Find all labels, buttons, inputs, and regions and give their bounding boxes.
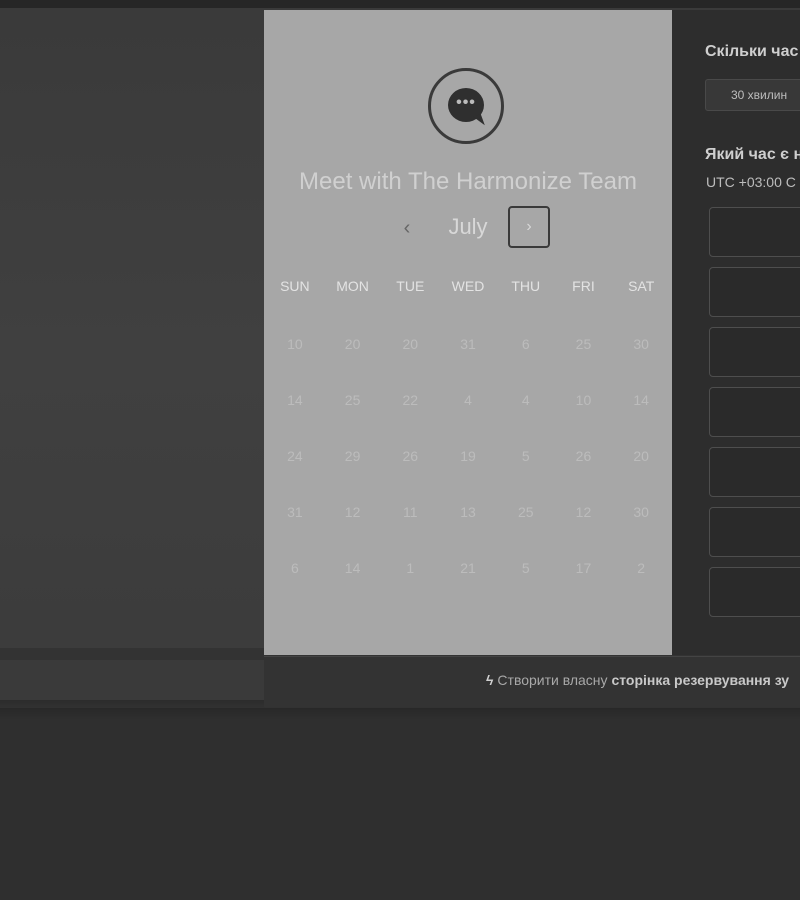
weekday-fri: FRI xyxy=(572,278,595,294)
calendar-day: 17 xyxy=(575,560,592,576)
calendar-day: 12 xyxy=(344,504,361,520)
time-question: Який час є н xyxy=(705,146,800,163)
calendar-day: 1 xyxy=(406,560,415,576)
sprocket-icon: ϟ xyxy=(486,672,494,688)
weekday-thu: THU xyxy=(511,278,541,294)
calendar-pane: ••• Meet with The Harmonize Team ‹ July … xyxy=(264,10,672,655)
calendar-day: 26 xyxy=(575,448,592,464)
calendar-day: 4 xyxy=(464,392,472,408)
time-slot[interactable] xyxy=(709,387,800,437)
calendar-day: 30 xyxy=(633,336,649,352)
footer-bar: ϟ Створити власну сторінка резервування з… xyxy=(264,656,800,707)
calendar-day: 2 xyxy=(637,560,646,576)
calendar-day: 14 xyxy=(287,392,303,408)
calendar-day: 25 xyxy=(575,336,592,352)
weekday-sun: SUN xyxy=(280,278,310,294)
calendar-day: 20 xyxy=(402,336,419,352)
calendar-week: 24 29 26 19 5 26 20 xyxy=(264,428,672,484)
weekday-sat: SAT xyxy=(628,278,655,294)
footer-prefix: Створити власну xyxy=(497,672,608,688)
calendar-day: 11 xyxy=(403,504,418,520)
duration-30min-button[interactable]: 30 хвилин xyxy=(705,79,800,111)
calendar-day: 13 xyxy=(460,504,476,520)
meeting-scheduler: ••• Meet with The Harmonize Team ‹ July … xyxy=(264,10,800,655)
calendar-day: 22 xyxy=(402,392,419,408)
calendar-day: 30 xyxy=(633,504,649,520)
calendar-day: 31 xyxy=(287,504,303,520)
month-label: July xyxy=(448,214,488,239)
timezone-selector[interactable]: UTC +03:00 С xyxy=(706,174,796,190)
calendar-week: 14 25 22 4 4 10 14 xyxy=(264,372,672,428)
top-bar xyxy=(0,0,800,8)
time-slot[interactable] xyxy=(709,567,800,617)
calendar-week: 6 14 1 21 5 17 2 xyxy=(264,540,672,596)
calendar-day: 14 xyxy=(633,392,649,408)
calendar-day: 24 xyxy=(287,448,303,464)
calendar-day: 5 xyxy=(521,560,530,576)
calendar-day: 6 xyxy=(521,336,530,352)
month-navigation: ‹ July › xyxy=(264,206,672,250)
prev-month-button[interactable]: ‹ xyxy=(392,213,422,243)
calendar-weeks: 10 20 20 31 6 25 30 14 25 22 4 4 10 14 2… xyxy=(264,316,672,596)
time-slot[interactable] xyxy=(709,447,800,497)
bubble-dots: ••• xyxy=(456,94,476,111)
calendar-day: 10 xyxy=(287,336,303,352)
time-slot[interactable] xyxy=(709,507,800,557)
time-slot-list xyxy=(709,207,800,627)
calendar-day: 10 xyxy=(575,392,592,408)
bubble-tail xyxy=(473,113,485,129)
create-booking-page-link[interactable]: ϟ Створити власну сторінка резервування з… xyxy=(486,672,789,688)
calendar-day: 5 xyxy=(521,448,530,464)
booking-pane: Скільки час 30 хвилин Який час є н UTC +… xyxy=(672,10,800,655)
calendar-day: 20 xyxy=(633,448,649,464)
calendar-day: 12 xyxy=(575,504,592,520)
time-slot[interactable] xyxy=(709,327,800,377)
calendar-day: 20 xyxy=(344,336,361,352)
chat-bubble-icon: ••• xyxy=(428,68,504,144)
weekday-wed: WED xyxy=(451,278,485,294)
time-slot[interactable] xyxy=(709,207,800,257)
calendar-day: 6 xyxy=(290,560,299,576)
calendar-week: 31 12 11 13 25 12 30 xyxy=(264,484,672,540)
meeting-title: Meet with The Harmonize Team xyxy=(299,168,637,195)
calendar-day: 26 xyxy=(402,448,419,464)
duration-question: Скільки час xyxy=(705,43,799,60)
footer-link-text[interactable]: сторінка резервування зу xyxy=(611,672,789,688)
weekday-header: SUN MON TUE WED THU FRI SAT xyxy=(264,276,672,296)
calendar-day: 4 xyxy=(521,392,530,408)
calendar-day: 31 xyxy=(460,336,476,352)
weekday-mon: MON xyxy=(336,278,369,294)
calendar-day: 21 xyxy=(460,560,476,576)
calendar-grid: SUN MON TUE WED THU FRI SAT 10 20 20 31 … xyxy=(264,276,672,596)
calendar-day: 19 xyxy=(460,448,476,464)
calendar-day: 29 xyxy=(344,448,361,464)
weekday-tue: TUE xyxy=(396,278,425,294)
calendar-day: 25 xyxy=(344,392,361,408)
calendar-day: 14 xyxy=(344,560,361,576)
time-slot[interactable] xyxy=(709,267,800,317)
next-month-button[interactable]: › xyxy=(508,206,550,248)
calendar-day: 25 xyxy=(517,504,534,520)
calendar-week: 10 20 20 31 6 25 30 xyxy=(264,316,672,372)
